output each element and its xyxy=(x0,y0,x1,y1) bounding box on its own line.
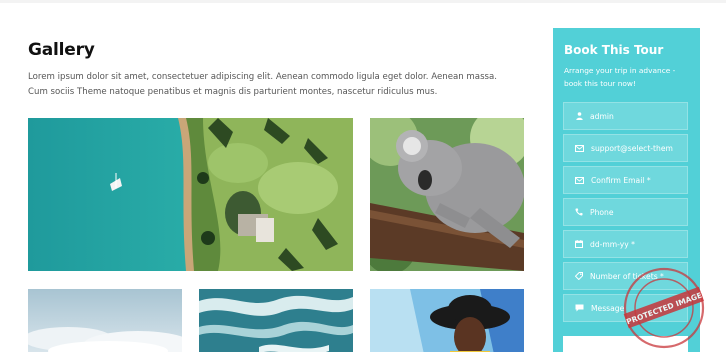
booking-title: Book This Tour xyxy=(564,43,664,57)
name-field[interactable] xyxy=(563,102,688,130)
gallery-photo-aerial-beach[interactable] xyxy=(28,118,353,271)
date-input[interactable] xyxy=(590,239,687,249)
phone-icon xyxy=(575,208,583,216)
user-icon xyxy=(575,112,583,120)
phone-input[interactable] xyxy=(590,207,687,217)
calendar-icon xyxy=(575,240,583,248)
chat-icon xyxy=(575,304,584,312)
phone-field[interactable] xyxy=(563,198,688,226)
page-top-divider xyxy=(0,0,726,3)
protected-image-watermark: PROTECTED IMAGE xyxy=(623,267,705,349)
gallery-photo-koala[interactable] xyxy=(370,118,524,271)
tag-icon xyxy=(575,272,583,280)
gallery-photo-portrait[interactable] xyxy=(370,289,524,352)
gallery-description: Lorem ipsum dolor sit amet, consectetuer… xyxy=(28,72,498,97)
email-input[interactable] xyxy=(591,143,687,153)
name-input[interactable] xyxy=(590,111,687,121)
email-field[interactable] xyxy=(563,134,688,162)
booking-subtitle: Arrange your trip in advance - book this… xyxy=(564,66,676,88)
date-field[interactable] xyxy=(563,230,688,258)
gallery-photo-clouds[interactable] xyxy=(28,289,182,352)
gallery-title: Gallery xyxy=(28,40,95,60)
gallery-photo-waves[interactable] xyxy=(199,289,353,352)
confirm-email-field[interactable] xyxy=(563,166,688,194)
confirm-email-input[interactable] xyxy=(591,175,687,185)
envelope-icon xyxy=(575,144,584,152)
envelope-icon xyxy=(575,176,584,184)
